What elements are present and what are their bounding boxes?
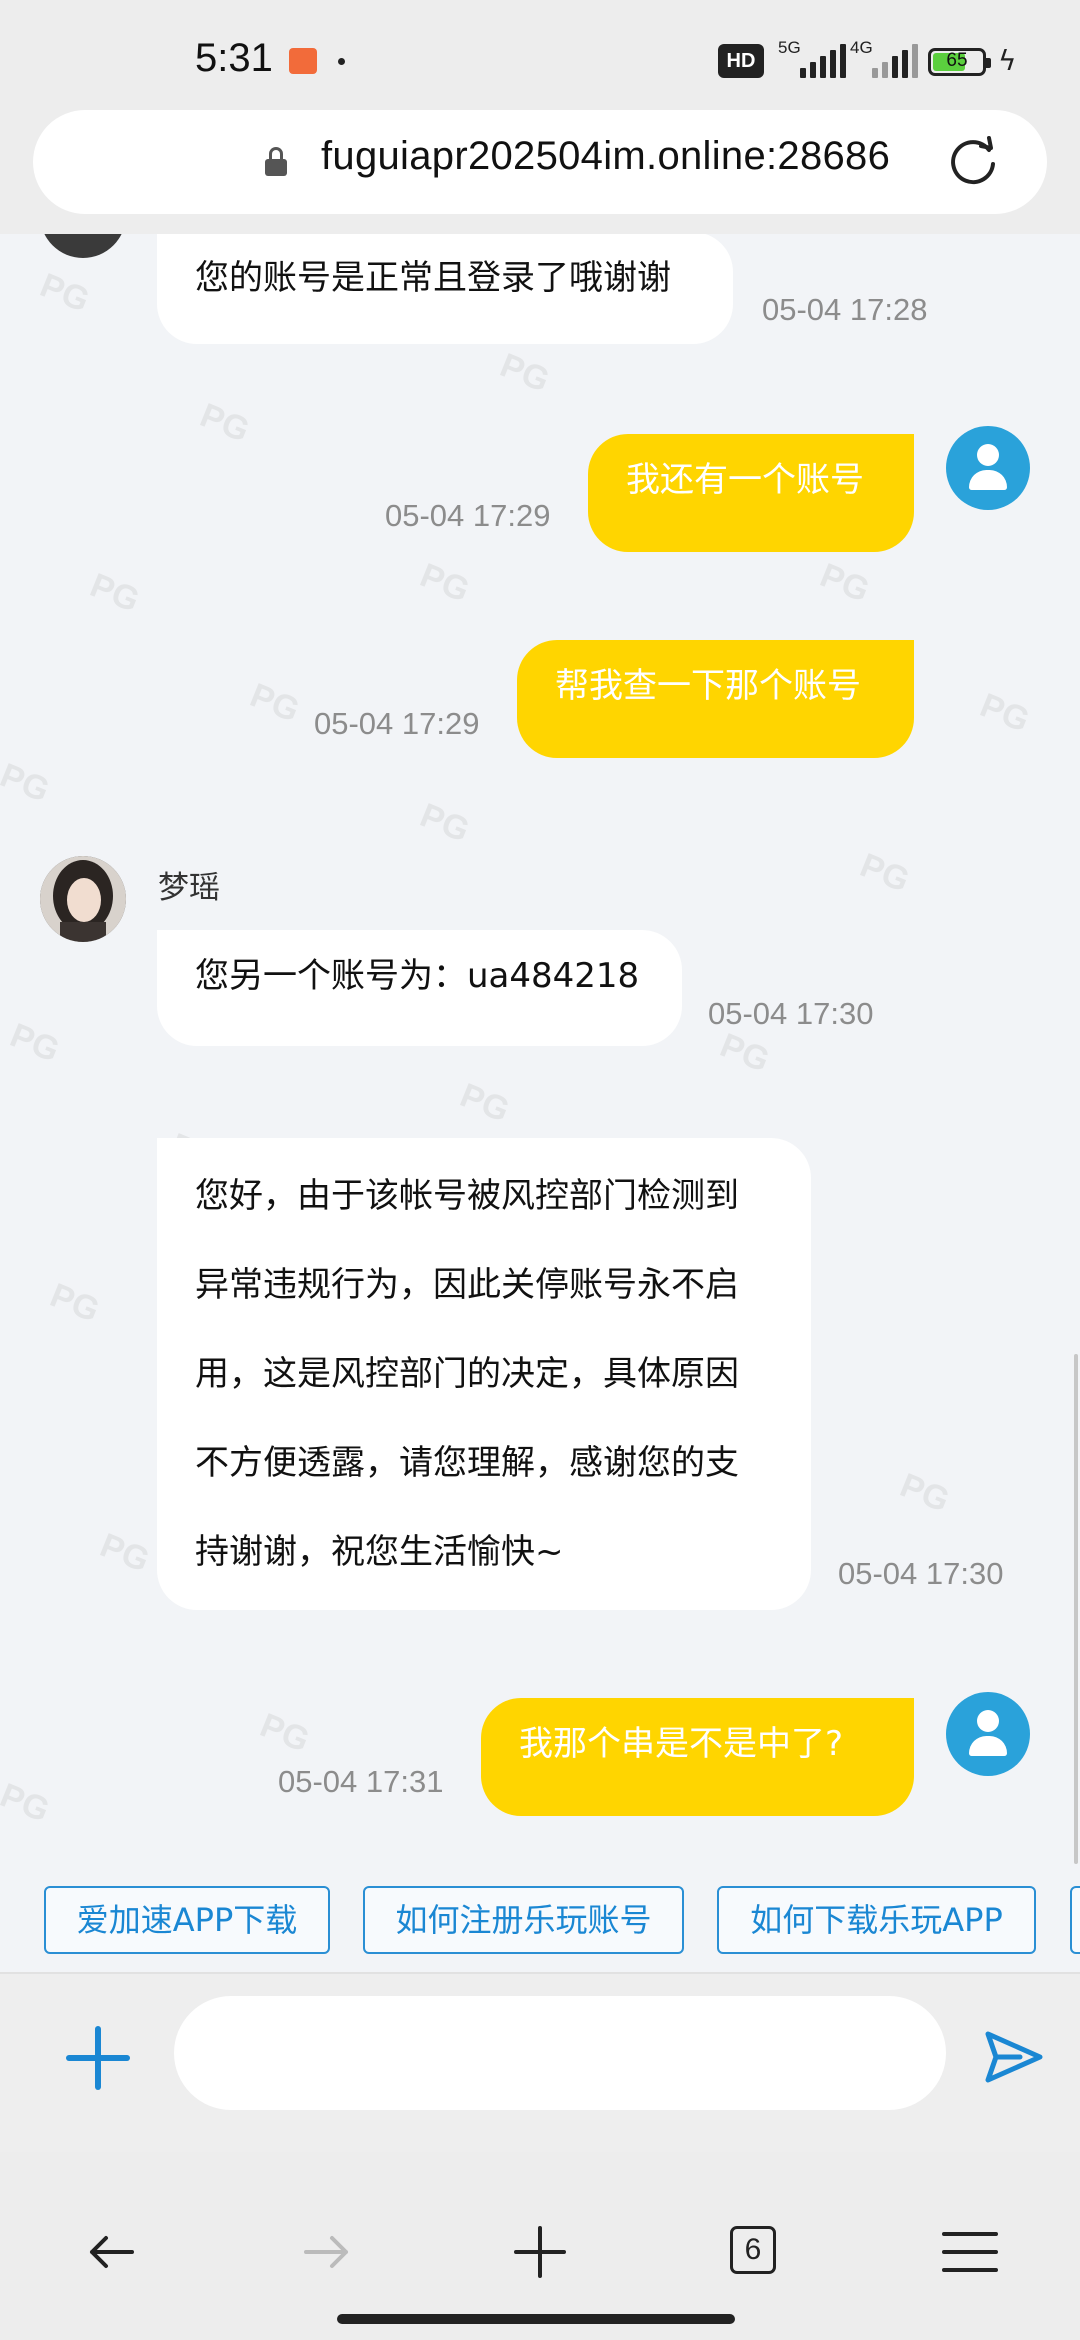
watermark: PG: [34, 266, 95, 320]
menu-icon[interactable]: [940, 2222, 1000, 2282]
signal-4g-icon: 4G: [850, 38, 918, 80]
agent-name: 梦瑶: [158, 870, 220, 906]
quick-reply-button[interactable]: 如何注册乐玩账号: [363, 1886, 684, 1954]
message-timestamp: 05-04 17:31: [278, 1764, 444, 1799]
address-bar[interactable]: fuguiapr202504im.online:28686: [33, 110, 1047, 214]
message-timestamp: 05-04 17:29: [314, 706, 480, 741]
quick-reply-bar: 爱加速APP下载 如何注册乐玩账号 如何下载乐玩APP: [0, 1864, 1080, 1974]
message-line: 您好，由于该帐号被风控部门检测到: [195, 1176, 739, 1216]
watermark: PG: [714, 1026, 775, 1080]
watermark: PG: [414, 556, 475, 610]
watermark: PG: [244, 676, 305, 730]
quick-reply-button[interactable]: 如何下载乐玩APP: [717, 1886, 1036, 1954]
message-input[interactable]: [174, 1996, 946, 2110]
agent-message: 您的账号是正常且登录了哦谢谢: [157, 234, 733, 344]
new-tab-icon[interactable]: [510, 2222, 570, 2282]
battery-level: 65: [946, 50, 968, 71]
user-message: 我还有一个账号: [588, 434, 914, 552]
watermark: PG: [0, 1776, 55, 1830]
watermark: PG: [94, 1526, 155, 1580]
watermark: PG: [974, 686, 1035, 740]
message-text: 您的账号是正常且登录了哦谢谢: [195, 258, 671, 298]
status-bar: 5:31 HD 5G 4G 65 ϟ: [0, 0, 1080, 110]
chat-area[interactable]: PG PG PG PG PG PG PG PG PG PG PG PG PG P…: [0, 234, 1080, 1864]
agent-message: 您好，由于该帐号被风控部门检测到 异常违规行为，因此关停账号永不启 用，这是风控…: [157, 1138, 811, 1610]
message-text: 我还有一个账号: [626, 460, 864, 500]
notification-dot-icon: [338, 58, 345, 65]
watermark: PG: [84, 566, 145, 620]
message-input-bar: [0, 1974, 1080, 2152]
message-line: 持谢谢，祝您生活愉快~: [195, 1532, 564, 1572]
agent-avatar: [40, 856, 126, 942]
watermark: PG: [44, 1276, 105, 1330]
message-text: 您另一个账号为：ua484218: [195, 956, 640, 996]
watermark: PG: [894, 1466, 955, 1520]
watermark: PG: [254, 1706, 315, 1760]
add-icon[interactable]: [66, 2026, 130, 2090]
message-text: 我那个串是不是中了?: [519, 1724, 844, 1764]
message-timestamp: 05-04 17:29: [385, 498, 551, 533]
message-text: 帮我查一下那个账号: [555, 666, 861, 706]
status-time: 5:31: [195, 36, 273, 80]
agent-avatar: [40, 234, 126, 258]
watermark: PG: [194, 396, 255, 450]
message-line: 用，这是风控部门的决定，具体原因: [195, 1354, 739, 1394]
lock-icon: [265, 147, 287, 177]
signal-5g-icon: 5G: [778, 38, 846, 80]
scrollbar[interactable]: [1074, 1354, 1078, 1864]
user-avatar: [946, 1692, 1030, 1776]
hd-voice-icon: HD: [718, 44, 764, 78]
message-timestamp: 05-04 17:28: [762, 292, 928, 327]
watermark: PG: [414, 796, 475, 850]
tabs-icon[interactable]: 6: [730, 2226, 776, 2274]
charging-icon: ϟ: [998, 44, 1017, 77]
message-line: 异常违规行为，因此关停账号永不启: [195, 1265, 739, 1305]
send-icon[interactable]: [980, 2024, 1046, 2090]
message-timestamp: 05-04 17:30: [838, 1556, 1004, 1591]
battery-icon: 65: [928, 48, 991, 76]
message-line: 不方便透露，请您理解，感谢您的支: [195, 1443, 739, 1483]
quick-reply-button[interactable]: [1070, 1886, 1080, 1954]
browser-nav-bar: 6: [0, 2152, 1080, 2340]
reload-icon[interactable]: [945, 134, 1001, 190]
url-text[interactable]: fuguiapr202504im.online:28686: [321, 134, 890, 179]
quick-reply-button[interactable]: 爱加速APP下载: [44, 1886, 330, 1954]
user-message: 我那个串是不是中了?: [481, 1698, 914, 1816]
back-icon[interactable]: [82, 2222, 142, 2282]
browser-toolbar: fuguiapr202504im.online:28686: [0, 110, 1080, 234]
user-message: 帮我查一下那个账号: [517, 640, 914, 758]
watermark: PG: [0, 756, 55, 810]
user-avatar: [946, 426, 1030, 510]
shopping-app-icon: [289, 48, 317, 74]
agent-message: 您另一个账号为：ua484218: [157, 930, 682, 1046]
watermark: PG: [494, 346, 555, 400]
home-indicator[interactable]: [337, 2314, 735, 2324]
watermark: PG: [854, 846, 915, 900]
watermark: PG: [4, 1016, 65, 1070]
watermark: PG: [454, 1076, 515, 1130]
message-timestamp: 05-04 17:30: [708, 996, 874, 1031]
forward-icon[interactable]: [296, 2222, 356, 2282]
watermark: PG: [814, 556, 875, 610]
